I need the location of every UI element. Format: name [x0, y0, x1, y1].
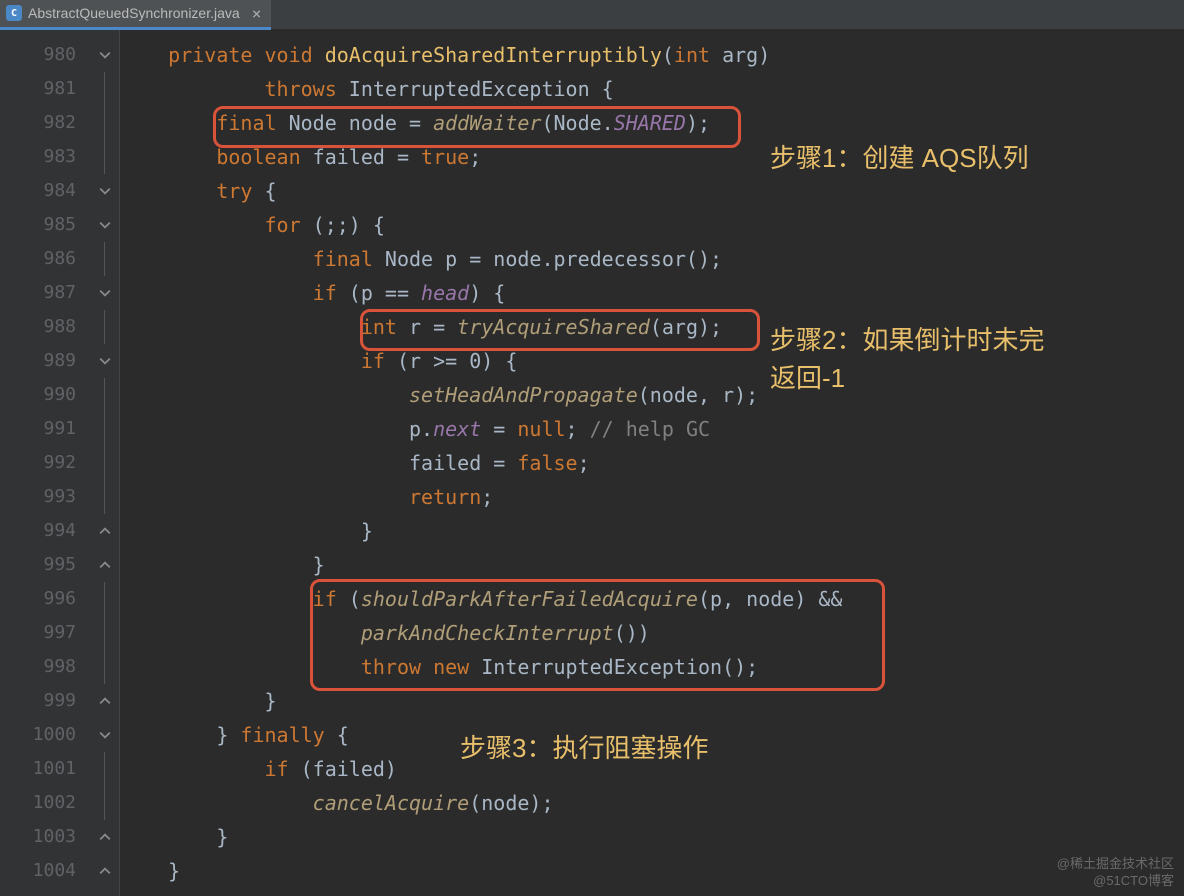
code-line[interactable]: final Node p = node.predecessor(); — [120, 242, 1184, 276]
fold-marker[interactable] — [90, 208, 119, 242]
line-number: 985 — [0, 208, 90, 242]
line-number: 984 — [0, 174, 90, 208]
fold-marker[interactable] — [90, 378, 119, 412]
close-icon[interactable]: × — [252, 4, 262, 23]
fold-marker[interactable] — [90, 106, 119, 140]
fold-marker[interactable] — [90, 582, 119, 616]
fold-marker[interactable] — [90, 174, 119, 208]
line-number-gutter: 9809819829839849859869879889899909919929… — [0, 30, 90, 896]
code-line[interactable]: int r = tryAcquireShared(arg); — [120, 310, 1184, 344]
line-number: 996 — [0, 582, 90, 616]
line-number: 1004 — [0, 854, 90, 888]
fold-marker[interactable] — [90, 820, 119, 854]
code-line[interactable]: } — [120, 514, 1184, 548]
code-line[interactable]: boolean failed = true; — [120, 140, 1184, 174]
line-number: 988 — [0, 310, 90, 344]
fold-marker[interactable] — [90, 140, 119, 174]
line-number: 989 — [0, 344, 90, 378]
line-number: 986 — [0, 242, 90, 276]
line-number: 997 — [0, 616, 90, 650]
watermark-line1: @稀土掘金技术社区 — [1057, 856, 1174, 873]
code-line[interactable]: p.next = null; // help GC — [120, 412, 1184, 446]
line-number: 990 — [0, 378, 90, 412]
code-line[interactable]: } — [120, 820, 1184, 854]
watermark-line2: @51CTO博客 — [1057, 873, 1174, 890]
code-line[interactable]: parkAndCheckInterrupt()) — [120, 616, 1184, 650]
line-number: 993 — [0, 480, 90, 514]
code-line[interactable]: cancelAcquire(node); — [120, 786, 1184, 820]
code-line[interactable]: private void doAcquireSharedInterruptibl… — [120, 38, 1184, 72]
fold-gutter — [90, 30, 120, 896]
line-number: 1003 — [0, 820, 90, 854]
fold-marker[interactable] — [90, 854, 119, 888]
fold-marker[interactable] — [90, 786, 119, 820]
fold-marker[interactable] — [90, 344, 119, 378]
code-line[interactable]: if (failed) — [120, 752, 1184, 786]
line-number: 998 — [0, 650, 90, 684]
line-number: 1001 — [0, 752, 90, 786]
code-line[interactable]: throw new InterruptedException(); — [120, 650, 1184, 684]
fold-marker[interactable] — [90, 684, 119, 718]
line-number: 994 — [0, 514, 90, 548]
line-number: 995 — [0, 548, 90, 582]
line-number: 981 — [0, 72, 90, 106]
code-line[interactable]: if (r >= 0) { — [120, 344, 1184, 378]
fold-marker[interactable] — [90, 752, 119, 786]
fold-marker[interactable] — [90, 310, 119, 344]
code-line[interactable]: failed = false; — [120, 446, 1184, 480]
line-number: 992 — [0, 446, 90, 480]
fold-marker[interactable] — [90, 276, 119, 310]
line-number: 980 — [0, 38, 90, 72]
code-line[interactable]: } — [120, 684, 1184, 718]
file-tab[interactable]: C AbstractQueuedSynchronizer.java × — [0, 0, 271, 30]
fold-marker[interactable] — [90, 548, 119, 582]
code-line[interactable]: if (shouldParkAfterFailedAcquire(p, node… — [120, 582, 1184, 616]
fold-marker[interactable] — [90, 718, 119, 752]
java-class-icon: C — [6, 5, 22, 21]
code-line[interactable]: } — [120, 854, 1184, 888]
fold-marker[interactable] — [90, 72, 119, 106]
code-line[interactable]: return; — [120, 480, 1184, 514]
fold-marker[interactable] — [90, 514, 119, 548]
fold-marker[interactable] — [90, 38, 119, 72]
tab-filename: AbstractQueuedSynchronizer.java — [28, 5, 240, 21]
line-number: 987 — [0, 276, 90, 310]
code-line[interactable]: for (;;) { — [120, 208, 1184, 242]
fold-marker[interactable] — [90, 650, 119, 684]
fold-marker[interactable] — [90, 242, 119, 276]
tab-bar: C AbstractQueuedSynchronizer.java × — [0, 0, 1184, 30]
code-line[interactable]: } — [120, 548, 1184, 582]
fold-marker[interactable] — [90, 616, 119, 650]
line-number: 1000 — [0, 718, 90, 752]
line-number: 999 — [0, 684, 90, 718]
code-line[interactable]: } finally { — [120, 718, 1184, 752]
code-line[interactable]: setHeadAndPropagate(node, r); — [120, 378, 1184, 412]
line-number: 982 — [0, 106, 90, 140]
fold-marker[interactable] — [90, 480, 119, 514]
code-line[interactable]: try { — [120, 174, 1184, 208]
line-number: 983 — [0, 140, 90, 174]
code-line[interactable]: if (p == head) { — [120, 276, 1184, 310]
fold-marker[interactable] — [90, 412, 119, 446]
code-area[interactable]: 步骤1：创建 AQS队列 步骤2：如果倒计时未完 返回-1 步骤3：执行阻塞操作… — [120, 30, 1184, 896]
line-number: 1002 — [0, 786, 90, 820]
code-line[interactable]: throws InterruptedException { — [120, 72, 1184, 106]
fold-marker[interactable] — [90, 446, 119, 480]
code-line[interactable]: final Node node = addWaiter(Node.SHARED)… — [120, 106, 1184, 140]
line-number: 991 — [0, 412, 90, 446]
watermark: @稀土掘金技术社区 @51CTO博客 — [1057, 856, 1174, 890]
code-editor[interactable]: 9809819829839849859869879889899909919929… — [0, 30, 1184, 896]
